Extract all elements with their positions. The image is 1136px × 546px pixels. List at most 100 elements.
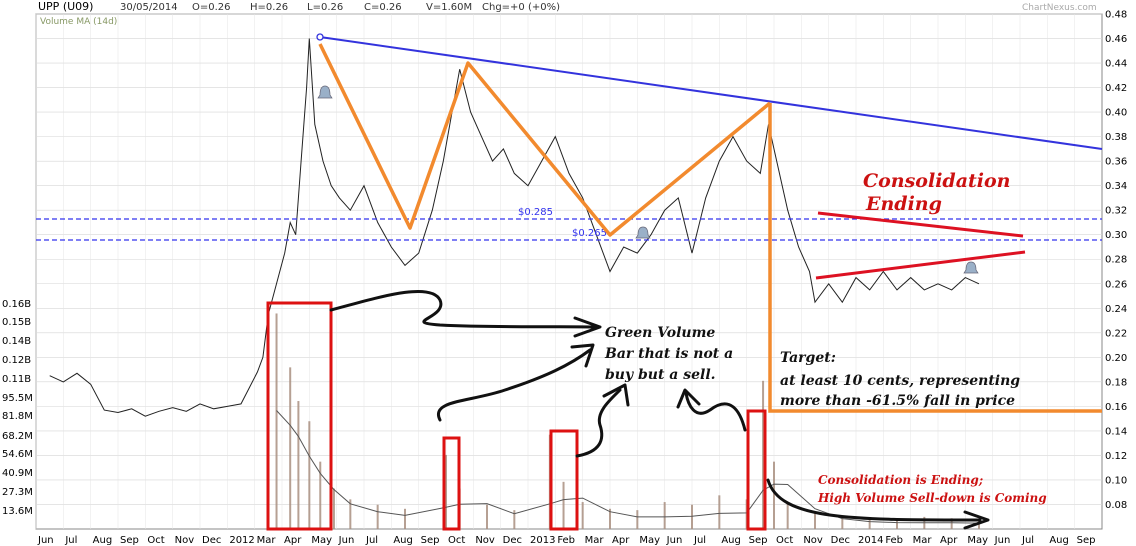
price-tick-label: 0.42 bbox=[1105, 83, 1127, 94]
watermark: ChartNexus.com bbox=[1022, 3, 1097, 13]
price-tick-label: 0.22 bbox=[1105, 328, 1127, 339]
volume-bar bbox=[308, 421, 311, 529]
change-label: Chg=+0 (+0%) bbox=[482, 2, 560, 13]
volume-tick-label: 0.11B bbox=[2, 374, 31, 385]
price-tick-label: 0.34 bbox=[1105, 181, 1127, 192]
price-axis: 0.48 0.46 0.44 0.42 0.40 0.38 0.36 0.34 0.32 0.30… bbox=[1105, 10, 1127, 511]
volume-bar bbox=[786, 502, 789, 529]
x-tick-label: 2012 bbox=[229, 535, 254, 546]
x-tick-label: 2013 bbox=[530, 535, 555, 546]
price-tick-label: 0.24 bbox=[1105, 304, 1127, 315]
price-tick-label: 0.48 bbox=[1105, 10, 1127, 21]
x-tick-label: Jul bbox=[693, 535, 706, 546]
x-tick-label: Mar bbox=[257, 535, 277, 546]
open-label: O=0.26 bbox=[192, 2, 231, 13]
x-tick-label: Jun bbox=[666, 535, 683, 546]
volume-bar bbox=[773, 461, 775, 529]
volume-tick-label: 40.9M bbox=[2, 468, 33, 479]
indicator-label: Volume MA (14d) bbox=[40, 17, 117, 27]
x-tick-label: Mar bbox=[913, 535, 933, 546]
target-text-1: Target: bbox=[780, 350, 836, 366]
x-tick-label: Oct bbox=[776, 535, 793, 546]
volume-tick-label: 0.15B bbox=[2, 317, 31, 328]
x-tick-label: Feb bbox=[557, 535, 575, 546]
volume-bar bbox=[275, 313, 278, 529]
level-label-285: $0.285 bbox=[518, 207, 553, 218]
x-tick-label: Jul bbox=[365, 535, 378, 546]
volume-bar bbox=[636, 510, 639, 529]
x-tick-label: Sep bbox=[749, 535, 768, 546]
volume-bar bbox=[376, 504, 379, 529]
volume-bar bbox=[581, 502, 584, 529]
green-volume-text-1: Green Volume bbox=[605, 325, 715, 341]
high-label: H=0.26 bbox=[250, 2, 288, 13]
x-tick-label: Aug bbox=[1049, 535, 1069, 546]
volume-bar bbox=[289, 367, 292, 529]
ticker-label: UPP (U09) bbox=[38, 0, 93, 13]
x-axis: Jun Jul Aug Sep Oct Nov Dec 2012 Mar Apr May Jun Jul… bbox=[37, 535, 1096, 546]
x-tick-label: May bbox=[311, 535, 332, 546]
x-tick-label: Jun bbox=[37, 535, 54, 546]
date-label: 30/05/2014 bbox=[120, 2, 178, 13]
x-tick-label: Jul bbox=[64, 535, 77, 546]
x-tick-label: Aug bbox=[93, 535, 113, 546]
volume-tick-label: 68.2M bbox=[2, 431, 33, 442]
volume-tick-label: 0.14B bbox=[2, 336, 31, 347]
x-tick-label: Dec bbox=[202, 535, 221, 546]
price-tick-label: 0.30 bbox=[1105, 230, 1127, 241]
low-label: L=0.26 bbox=[307, 2, 343, 13]
x-tick-label: Aug bbox=[721, 535, 741, 546]
x-tick-label: Apr bbox=[284, 535, 302, 546]
price-tick-label: 0.28 bbox=[1105, 255, 1127, 266]
volume-axis: 0.16B 0.15B 0.14B 0.12B 0.11B 95.5M 81.8M 68.2M… bbox=[2, 299, 33, 517]
volume-bar bbox=[814, 512, 816, 529]
volume-tick-label: 54.6M bbox=[2, 449, 33, 460]
volume-bar bbox=[562, 481, 565, 529]
green-volume-text-2: Bar that is not a bbox=[604, 346, 733, 362]
price-tick-label: 0.16 bbox=[1105, 402, 1127, 413]
price-tick-label: 0.12 bbox=[1105, 451, 1127, 462]
volume-bar bbox=[718, 495, 721, 529]
volume-tick-label: 81.8M bbox=[2, 411, 33, 422]
x-tick-label: May bbox=[639, 535, 660, 546]
x-tick-label: Nov bbox=[175, 535, 195, 546]
price-tick-label: 0.26 bbox=[1105, 279, 1127, 290]
price-tick-label: 0.44 bbox=[1105, 59, 1127, 70]
x-tick-label: 2014 bbox=[858, 535, 883, 546]
x-tick-label: Dec bbox=[503, 535, 522, 546]
price-tick-label: 0.38 bbox=[1105, 132, 1127, 143]
x-tick-label: Nov bbox=[475, 535, 495, 546]
volume-label: V=1.60M bbox=[426, 2, 472, 13]
x-tick-label: Apr bbox=[612, 535, 630, 546]
x-tick-label: Oct bbox=[448, 535, 465, 546]
x-tick-label: May bbox=[967, 535, 988, 546]
target-text-2: at least 10 cents, representing bbox=[780, 373, 1020, 389]
price-tick-label: 0.10 bbox=[1105, 475, 1127, 486]
consolidation-title-2: Ending bbox=[865, 193, 942, 215]
volume-bar bbox=[297, 401, 300, 529]
trendline-anchor bbox=[316, 33, 324, 41]
x-tick-label: Feb bbox=[885, 535, 903, 546]
price-tick-label: 0.08 bbox=[1105, 500, 1127, 511]
volume-bar bbox=[332, 488, 335, 529]
x-tick-label: Apr bbox=[940, 535, 958, 546]
volume-bar bbox=[691, 504, 693, 529]
x-tick-label: Aug bbox=[393, 535, 413, 546]
plot-area bbox=[35, 13, 1103, 530]
target-text-3: more than -61.5% fall in price bbox=[780, 393, 1015, 409]
price-tick-label: 0.20 bbox=[1105, 353, 1127, 364]
price-tick-label: 0.14 bbox=[1105, 426, 1127, 437]
close-label: C=0.26 bbox=[364, 2, 402, 13]
x-tick-label: Dec bbox=[831, 535, 850, 546]
price-tick-label: 0.36 bbox=[1105, 157, 1127, 168]
volume-tick-label: 95.5M bbox=[2, 393, 33, 404]
x-tick-label: Sep bbox=[120, 535, 139, 546]
x-tick-label: Oct bbox=[147, 535, 164, 546]
x-tick-label: Jun bbox=[994, 535, 1011, 546]
level-label-265: $0.265 bbox=[572, 228, 607, 239]
volume-tick-label: 0.12B bbox=[2, 355, 31, 366]
volume-tick-label: 0.16B bbox=[2, 299, 31, 310]
volume-bar bbox=[486, 504, 488, 529]
volume-tick-label: 27.3M bbox=[2, 487, 33, 498]
price-tick-label: 0.18 bbox=[1105, 377, 1127, 388]
